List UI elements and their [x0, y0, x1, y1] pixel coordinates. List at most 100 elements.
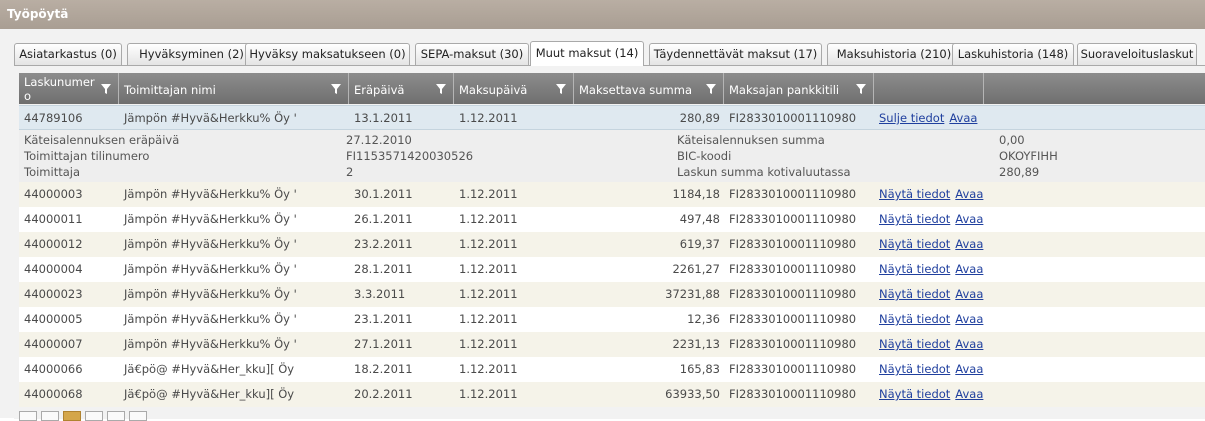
- cell-amount: 497,48: [679, 212, 720, 226]
- cell-bank-account: FI2833010001110980: [729, 337, 857, 351]
- pager-page[interactable]: [85, 411, 103, 421]
- cell-supplier-name: Jämpön #Hyvä&Herkku% Öy ': [124, 312, 297, 326]
- tab-asiatarkastus[interactable]: Asiatarkastus (0): [14, 43, 122, 65]
- filter-icon[interactable]: [330, 83, 342, 95]
- tab-maksuhistoria[interactable]: Maksuhistoria (210): [827, 43, 961, 65]
- cell-payment-date: 1.12.2011: [459, 212, 518, 226]
- column-header-laskunumero[interactable]: Laskunumero: [19, 73, 119, 104]
- open-link[interactable]: Avaa: [955, 312, 983, 326]
- pager-prev-button[interactable]: [41, 411, 59, 421]
- cell-invoice-number: 44789106: [24, 111, 83, 125]
- cell-amount: 12,36: [687, 312, 720, 326]
- column-header-maksajan-pankkitili[interactable]: Maksajan pankkitili: [724, 73, 874, 104]
- tab-laskuhistoria[interactable]: Laskuhistoria (148): [952, 43, 1074, 65]
- column-header-erapaiva[interactable]: Eräpäivä: [349, 73, 454, 104]
- cell-payment-date: 1.12.2011: [459, 312, 518, 326]
- show-details-link[interactable]: Näytä tiedot: [879, 262, 950, 276]
- cell-amount: 2231,13: [672, 337, 720, 351]
- column-header-toimittajan-nimi[interactable]: Toimittajan nimi: [119, 73, 349, 104]
- cell-amount: 37231,88: [665, 287, 720, 301]
- tab-muut-maksut[interactable]: Muut maksut (14): [530, 41, 644, 66]
- cell-due-date: 23.2.2011: [354, 237, 413, 251]
- cell-supplier-name: Jämpön #Hyvä&Herkku% Öy ': [124, 212, 297, 226]
- cell-supplier-name: Jämpön #Hyvä&Herkku% Öy ': [124, 262, 297, 276]
- cell-invoice-number: 44000004: [24, 262, 83, 276]
- open-link[interactable]: Avaa: [955, 262, 983, 276]
- table-row[interactable]: 44000004 Jämpön #Hyvä&Herkku% Öy ' 28.1.20…: [19, 257, 1205, 282]
- open-link[interactable]: Avaa: [955, 237, 983, 251]
- open-link[interactable]: Avaa: [955, 212, 983, 226]
- cell-supplier-name: Jä€pö@ #Hyvä&Her_kku][ Öy: [124, 387, 295, 401]
- show-details-link[interactable]: Näytä tiedot: [879, 312, 950, 326]
- open-link[interactable]: Avaa: [955, 362, 983, 376]
- close-details-link[interactable]: Sulje tiedot: [879, 111, 944, 125]
- cell-bank-account: FI2833010001110980: [729, 111, 857, 125]
- table-row-selected[interactable]: 44789106 Jämpön #Hyvä&Herkku% Öy ' 13.1.…: [19, 105, 1205, 130]
- pager-page-current[interactable]: [63, 411, 81, 421]
- cell-bank-account: FI2833010001110980: [729, 312, 857, 326]
- show-details-link[interactable]: Näytä tiedot: [879, 237, 950, 251]
- filter-icon[interactable]: [100, 83, 112, 95]
- show-details-link[interactable]: Näytä tiedot: [879, 287, 950, 301]
- cell-payment-date: 1.12.2011: [459, 187, 518, 201]
- window-title: Työpöytä: [0, 0, 1205, 29]
- table-row[interactable]: 44000011 Jämpön #Hyvä&Herkku% Öy ' 26.1.20…: [19, 207, 1205, 232]
- cell-invoice-number: 44000068: [24, 387, 83, 401]
- cell-payment-date: 1.12.2011: [459, 237, 518, 251]
- tab-taydennettavat-maksut[interactable]: Täydennettävät maksut (17): [649, 43, 822, 65]
- cell-amount: 1184,18: [672, 187, 720, 201]
- column-header-maksettava-summa[interactable]: Maksettava summa: [574, 73, 724, 104]
- open-link[interactable]: Avaa: [955, 387, 983, 401]
- open-link[interactable]: Avaa: [955, 287, 983, 301]
- cell-due-date: 23.1.2011: [354, 312, 413, 326]
- table-row[interactable]: 44000007 Jämpön #Hyvä&Herkku% Öy ' 27.1.20…: [19, 332, 1205, 357]
- cell-due-date: 20.2.2011: [354, 387, 413, 401]
- show-details-link[interactable]: Näytä tiedot: [879, 362, 950, 376]
- table-row[interactable]: 44000023 Jämpön #Hyvä&Herkku% Öy ' 3.3.201…: [19, 282, 1205, 307]
- cell-payment-date: 1.12.2011: [459, 111, 518, 125]
- column-label: Maksupäivä: [459, 83, 528, 97]
- detail-label: Käteisalennuksen eräpäivä: [24, 133, 180, 147]
- cell-due-date: 3.3.2011: [354, 287, 406, 301]
- detail-label: Toimittajan tilinumero: [24, 149, 150, 163]
- tab-hyvaksy-maksatukseen[interactable]: Hyväksy maksatukseen (0): [245, 43, 410, 65]
- cell-supplier-name: Jämpön #Hyvä&Herkku% Öy ': [124, 337, 297, 351]
- column-header-maksupaiva[interactable]: Maksupäivä: [454, 73, 574, 104]
- column-label: Toimittajan nimi: [124, 83, 216, 97]
- detail-value: FI1153571420030526: [346, 149, 474, 163]
- open-link[interactable]: Avaa: [949, 111, 977, 125]
- cell-invoice-number: 44000003: [24, 187, 83, 201]
- cell-supplier-name: Jä€pö@ #Hyvä&Her_kku][ Öy: [124, 362, 295, 376]
- filter-icon[interactable]: [855, 83, 867, 95]
- tab-sepa-maksut[interactable]: SEPA-maksut (30): [415, 43, 529, 65]
- open-link[interactable]: Avaa: [955, 337, 983, 351]
- table-row[interactable]: 44000003 Jämpön #Hyvä&Herkku% Öy ' 30.1.20…: [19, 182, 1205, 207]
- filter-icon[interactable]: [555, 83, 567, 95]
- show-details-link[interactable]: Näytä tiedot: [879, 387, 950, 401]
- cell-bank-account: FI2833010001110980: [729, 212, 857, 226]
- cell-due-date: 13.1.2011: [354, 111, 413, 125]
- detail-label: Laskun summa kotivaluutassa: [677, 165, 851, 179]
- filter-icon[interactable]: [705, 83, 717, 95]
- column-label: Eräpäivä: [354, 83, 405, 97]
- table-row[interactable]: 44000005 Jämpön #Hyvä&Herkku% Öy ' 23.1.20…: [19, 307, 1205, 332]
- pager-first-button[interactable]: [19, 411, 37, 421]
- table-row[interactable]: 44000012 Jämpön #Hyvä&Herkku% Öy ' 23.2.20…: [19, 232, 1205, 257]
- tab-hyvaksyminen[interactable]: Hyväksyminen (2): [127, 43, 256, 65]
- cell-supplier-name: Jämpön #Hyvä&Herkku% Öy ': [124, 237, 297, 251]
- cell-bank-account: FI2833010001110980: [729, 262, 857, 276]
- show-details-link[interactable]: Näytä tiedot: [879, 337, 950, 351]
- cell-invoice-number: 44000012: [24, 237, 83, 251]
- cell-invoice-number: 44000066: [24, 362, 83, 376]
- cell-invoice-number: 44000005: [24, 312, 83, 326]
- cell-due-date: 27.1.2011: [354, 337, 413, 351]
- pager-last-button[interactable]: [129, 411, 147, 421]
- table-row[interactable]: 44000066 Jä€pö@ #Hyvä&Her_kku][ Öy 18.2.20…: [19, 357, 1205, 382]
- open-link[interactable]: Avaa: [955, 187, 983, 201]
- filter-icon[interactable]: [435, 83, 447, 95]
- tab-suoraveloituslaskut[interactable]: Suoraveloituslaskut: [1077, 43, 1197, 65]
- show-details-link[interactable]: Näytä tiedot: [879, 187, 950, 201]
- pager-next-button[interactable]: [107, 411, 125, 421]
- table-row[interactable]: 44000068 Jä€pö@ #Hyvä&Her_kku][ Öy 20.2.20…: [19, 382, 1205, 407]
- show-details-link[interactable]: Näytä tiedot: [879, 212, 950, 226]
